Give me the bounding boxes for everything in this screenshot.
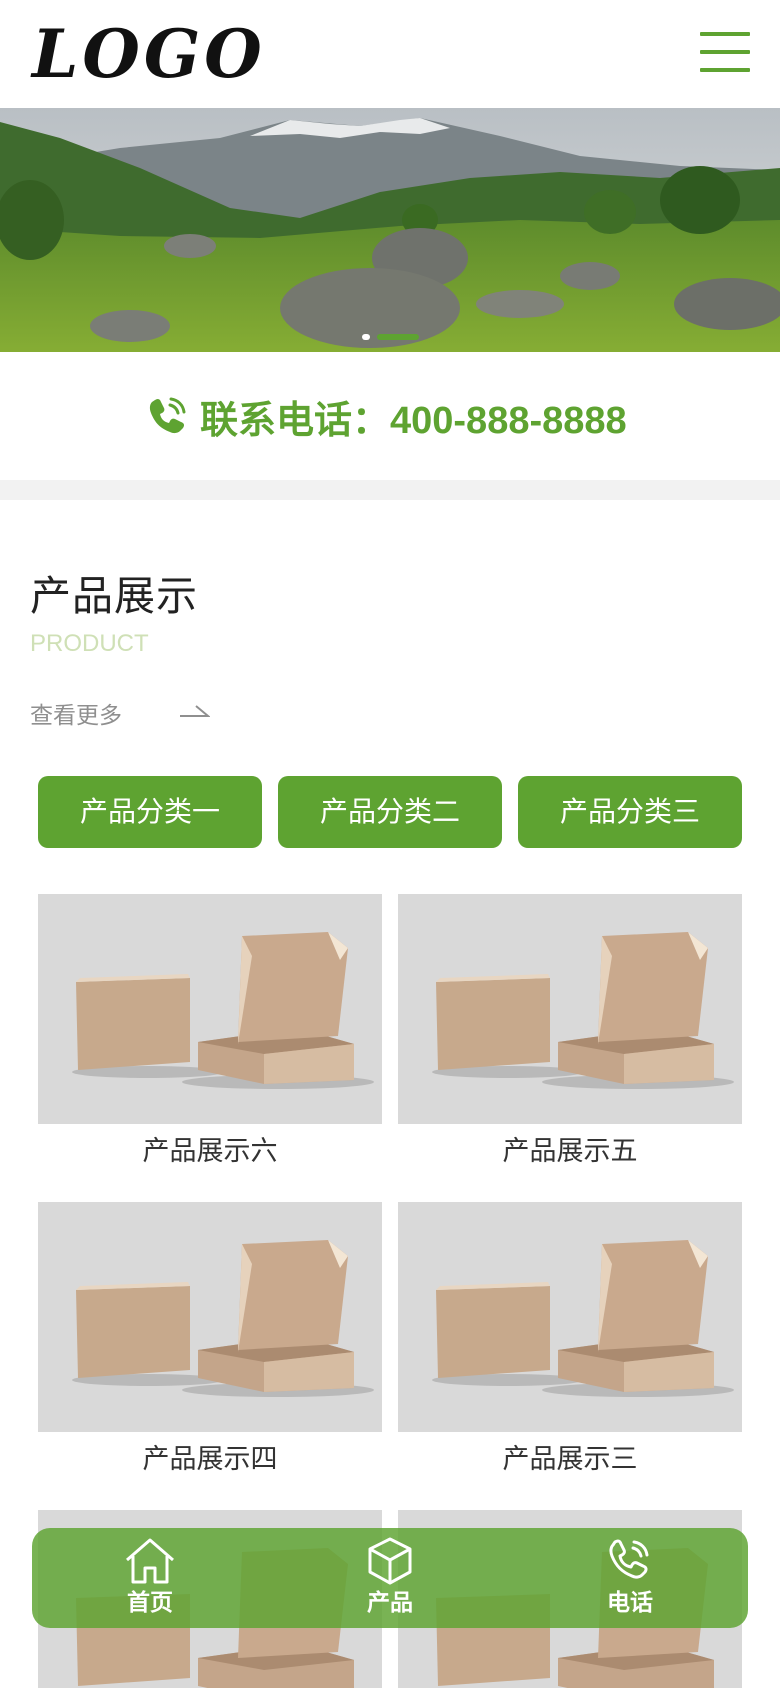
phone-icon — [609, 1539, 649, 1579]
cube-icon — [368, 1537, 412, 1585]
nav-products-label: 产品 — [367, 1590, 413, 1616]
kraft-box-image — [72, 1240, 374, 1397]
contact-phone-text: 联系电话：400-888-8888 — [200, 399, 627, 442]
site-logo[interactable]: LOGO — [32, 14, 266, 94]
hamburger-menu-icon[interactable] — [700, 30, 750, 76]
section-title: 产品展示 — [30, 572, 198, 620]
product-name: 产品展示五 — [502, 1136, 638, 1167]
product-card[interactable]: 产品展示五 — [398, 894, 742, 1167]
menu-bar — [700, 32, 750, 36]
nav-home-label: 首页 — [127, 1590, 173, 1616]
product-card[interactable]: 产品展示四 — [38, 1202, 382, 1475]
view-more-label: 查看更多 — [30, 703, 122, 729]
section-divider — [0, 480, 780, 500]
product-name: 产品展示三 — [502, 1444, 638, 1475]
contact-bar: 联系电话：400-888-8888 — [0, 352, 780, 480]
nav-phone-label: 电话 — [607, 1590, 653, 1616]
category-button-2[interactable]: 产品分类二 — [278, 776, 502, 848]
product-card[interactable]: 产品展示三 — [398, 1202, 742, 1475]
kraft-box-image — [432, 932, 734, 1089]
product-image — [38, 1202, 382, 1432]
category-button-1[interactable]: 产品分类一 — [38, 776, 262, 848]
nav-phone[interactable]: 电话 — [575, 1536, 685, 1624]
category-button-3[interactable]: 产品分类三 — [518, 776, 742, 848]
product-image — [398, 894, 742, 1124]
product-name: 产品展示四 — [142, 1444, 278, 1475]
mountain-meadow-photo — [0, 108, 780, 352]
product-card[interactable]: 产品展示六 — [38, 894, 382, 1167]
contact-phone[interactable]: 联系电话：400-888-8888 — [146, 392, 627, 442]
phone-icon — [149, 397, 186, 434]
product-name: 产品展示六 — [142, 1136, 278, 1167]
view-more-link[interactable]: 查看更多 — [30, 694, 214, 730]
site-header: LOGO — [0, 0, 780, 108]
product-image — [398, 1202, 742, 1432]
bottom-nav-bar: 首页 产品 电话 — [32, 1528, 748, 1628]
home-icon — [126, 1538, 174, 1584]
menu-bar — [700, 50, 750, 54]
carousel-dot-active[interactable] — [377, 334, 419, 340]
carousel-dot[interactable] — [362, 334, 370, 340]
product-image — [38, 894, 382, 1124]
section-subtitle: PRODUCT — [30, 630, 149, 657]
hero-banner[interactable] — [0, 108, 780, 352]
nav-home[interactable]: 首页 — [95, 1536, 205, 1624]
kraft-box-image — [72, 932, 374, 1089]
kraft-box-image — [432, 1240, 734, 1397]
nav-products[interactable]: 产品 — [335, 1536, 445, 1624]
arrow-right-icon — [180, 705, 210, 717]
menu-bar — [700, 68, 750, 72]
